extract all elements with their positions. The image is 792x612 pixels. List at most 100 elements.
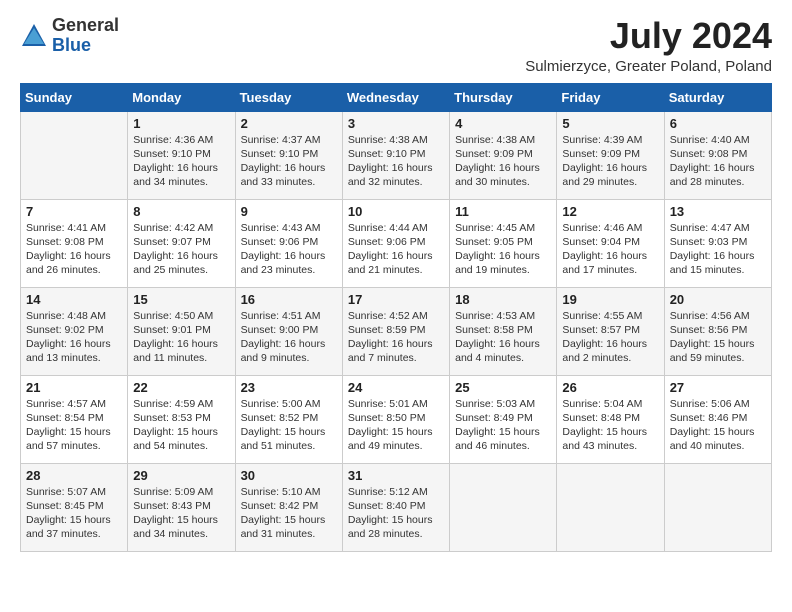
calendar-cell [557,463,664,551]
day-number: 6 [670,116,766,131]
day-info: Sunrise: 4:36 AM Sunset: 9:10 PM Dayligh… [133,133,229,190]
day-number: 15 [133,292,229,307]
day-info: Sunrise: 5:03 AM Sunset: 8:49 PM Dayligh… [455,397,551,454]
day-number: 31 [348,468,444,483]
logo-icon [20,22,48,50]
day-info: Sunrise: 4:57 AM Sunset: 8:54 PM Dayligh… [26,397,122,454]
day-number: 22 [133,380,229,395]
day-number: 30 [241,468,337,483]
header-day: Tuesday [235,83,342,111]
day-info: Sunrise: 5:09 AM Sunset: 8:43 PM Dayligh… [133,485,229,542]
day-info: Sunrise: 5:10 AM Sunset: 8:42 PM Dayligh… [241,485,337,542]
header-row: SundayMondayTuesdayWednesdayThursdayFrid… [21,83,772,111]
calendar-cell: 4 Sunrise: 4:38 AM Sunset: 9:09 PM Daylig… [450,111,557,199]
day-number: 18 [455,292,551,307]
day-info: Sunrise: 4:46 AM Sunset: 9:04 PM Dayligh… [562,221,658,278]
day-number: 28 [26,468,122,483]
day-number: 2 [241,116,337,131]
day-info: Sunrise: 4:52 AM Sunset: 8:59 PM Dayligh… [348,309,444,366]
calendar-cell: 25 Sunrise: 5:03 AM Sunset: 8:49 PM Dayli… [450,375,557,463]
day-number: 27 [670,380,766,395]
calendar-week: 21 Sunrise: 4:57 AM Sunset: 8:54 PM Dayli… [21,375,772,463]
calendar-cell: 31 Sunrise: 5:12 AM Sunset: 8:40 PM Dayli… [342,463,449,551]
day-info: Sunrise: 4:59 AM Sunset: 8:53 PM Dayligh… [133,397,229,454]
day-number: 26 [562,380,658,395]
calendar-cell: 24 Sunrise: 5:01 AM Sunset: 8:50 PM Dayli… [342,375,449,463]
day-number: 12 [562,204,658,219]
calendar-cell [450,463,557,551]
day-info: Sunrise: 4:40 AM Sunset: 9:08 PM Dayligh… [670,133,766,190]
day-number: 21 [26,380,122,395]
day-info: Sunrise: 5:07 AM Sunset: 8:45 PM Dayligh… [26,485,122,542]
day-number: 16 [241,292,337,307]
calendar-cell: 21 Sunrise: 4:57 AM Sunset: 8:54 PM Dayli… [21,375,128,463]
calendar-cell: 19 Sunrise: 4:55 AM Sunset: 8:57 PM Dayli… [557,287,664,375]
day-info: Sunrise: 4:50 AM Sunset: 9:01 PM Dayligh… [133,309,229,366]
day-number: 9 [241,204,337,219]
day-info: Sunrise: 4:41 AM Sunset: 9:08 PM Dayligh… [26,221,122,278]
title-block: July 2024 Sulmierzyce, Greater Poland, P… [525,16,772,75]
calendar-cell: 14 Sunrise: 4:48 AM Sunset: 9:02 PM Dayli… [21,287,128,375]
day-number: 1 [133,116,229,131]
calendar-cell: 16 Sunrise: 4:51 AM Sunset: 9:00 PM Dayli… [235,287,342,375]
calendar-week: 28 Sunrise: 5:07 AM Sunset: 8:45 PM Dayli… [21,463,772,551]
day-number: 13 [670,204,766,219]
day-info: Sunrise: 4:51 AM Sunset: 9:00 PM Dayligh… [241,309,337,366]
day-number: 7 [26,204,122,219]
calendar-cell: 30 Sunrise: 5:10 AM Sunset: 8:42 PM Dayli… [235,463,342,551]
day-info: Sunrise: 4:37 AM Sunset: 9:10 PM Dayligh… [241,133,337,190]
calendar-cell: 13Sunrise: 4:47 AM Sunset: 9:03 PM Dayli… [664,199,771,287]
day-number: 20 [670,292,766,307]
calendar-cell: 9Sunrise: 4:43 AM Sunset: 9:06 PM Daylig… [235,199,342,287]
day-info: Sunrise: 5:12 AM Sunset: 8:40 PM Dayligh… [348,485,444,542]
calendar-cell: 26 Sunrise: 5:04 AM Sunset: 8:48 PM Dayli… [557,375,664,463]
calendar-cell: 22 Sunrise: 4:59 AM Sunset: 8:53 PM Dayli… [128,375,235,463]
day-number: 23 [241,380,337,395]
calendar-cell: 6 Sunrise: 4:40 AM Sunset: 9:08 PM Daylig… [664,111,771,199]
calendar-week: 7 Sunrise: 4:41 AM Sunset: 9:08 PM Daylig… [21,199,772,287]
calendar-cell: 3Sunrise: 4:38 AM Sunset: 9:10 PM Daylig… [342,111,449,199]
day-number: 24 [348,380,444,395]
day-number: 29 [133,468,229,483]
day-number: 4 [455,116,551,131]
calendar-cell: 28 Sunrise: 5:07 AM Sunset: 8:45 PM Dayli… [21,463,128,551]
calendar-cell: 18 Sunrise: 4:53 AM Sunset: 8:58 PM Dayli… [450,287,557,375]
calendar-cell: 7 Sunrise: 4:41 AM Sunset: 9:08 PM Daylig… [21,199,128,287]
header-day: Monday [128,83,235,111]
calendar-cell: 8 Sunrise: 4:42 AM Sunset: 9:07 PM Daylig… [128,199,235,287]
calendar-cell: 1 Sunrise: 4:36 AM Sunset: 9:10 PM Daylig… [128,111,235,199]
day-info: Sunrise: 4:48 AM Sunset: 9:02 PM Dayligh… [26,309,122,366]
day-number: 19 [562,292,658,307]
page-header: General Blue July 2024 Sulmierzyce, Grea… [20,16,772,75]
month-year: July 2024 [525,16,772,56]
header-day: Saturday [664,83,771,111]
day-number: 25 [455,380,551,395]
calendar-header: SundayMondayTuesdayWednesdayThursdayFrid… [21,83,772,111]
day-info: Sunrise: 4:38 AM Sunset: 9:10 PM Dayligh… [348,133,444,190]
calendar-cell: 17 Sunrise: 4:52 AM Sunset: 8:59 PM Dayli… [342,287,449,375]
day-info: Sunrise: 4:56 AM Sunset: 8:56 PM Dayligh… [670,309,766,366]
location: Sulmierzyce, Greater Poland, Poland [525,58,772,75]
day-info: Sunrise: 5:04 AM Sunset: 8:48 PM Dayligh… [562,397,658,454]
day-info: Sunrise: 5:01 AM Sunset: 8:50 PM Dayligh… [348,397,444,454]
day-info: Sunrise: 4:38 AM Sunset: 9:09 PM Dayligh… [455,133,551,190]
calendar-cell: 20 Sunrise: 4:56 AM Sunset: 8:56 PM Dayli… [664,287,771,375]
day-info: Sunrise: 4:42 AM Sunset: 9:07 PM Dayligh… [133,221,229,278]
day-number: 17 [348,292,444,307]
calendar-cell [21,111,128,199]
day-info: Sunrise: 5:00 AM Sunset: 8:52 PM Dayligh… [241,397,337,454]
day-number: 8 [133,204,229,219]
calendar-week: 1 Sunrise: 4:36 AM Sunset: 9:10 PM Daylig… [21,111,772,199]
calendar-cell: 5Sunrise: 4:39 AM Sunset: 9:09 PM Daylig… [557,111,664,199]
calendar-cell: 27Sunrise: 5:06 AM Sunset: 8:46 PM Dayli… [664,375,771,463]
header-day: Wednesday [342,83,449,111]
calendar-cell: 15 Sunrise: 4:50 AM Sunset: 9:01 PM Dayli… [128,287,235,375]
header-day: Thursday [450,83,557,111]
day-number: 5 [562,116,658,131]
calendar-table: SundayMondayTuesdayWednesdayThursdayFrid… [20,83,772,552]
day-info: Sunrise: 4:55 AM Sunset: 8:57 PM Dayligh… [562,309,658,366]
calendar-cell: 23 Sunrise: 5:00 AM Sunset: 8:52 PM Dayli… [235,375,342,463]
day-number: 14 [26,292,122,307]
header-day: Sunday [21,83,128,111]
day-info: Sunrise: 4:53 AM Sunset: 8:58 PM Dayligh… [455,309,551,366]
